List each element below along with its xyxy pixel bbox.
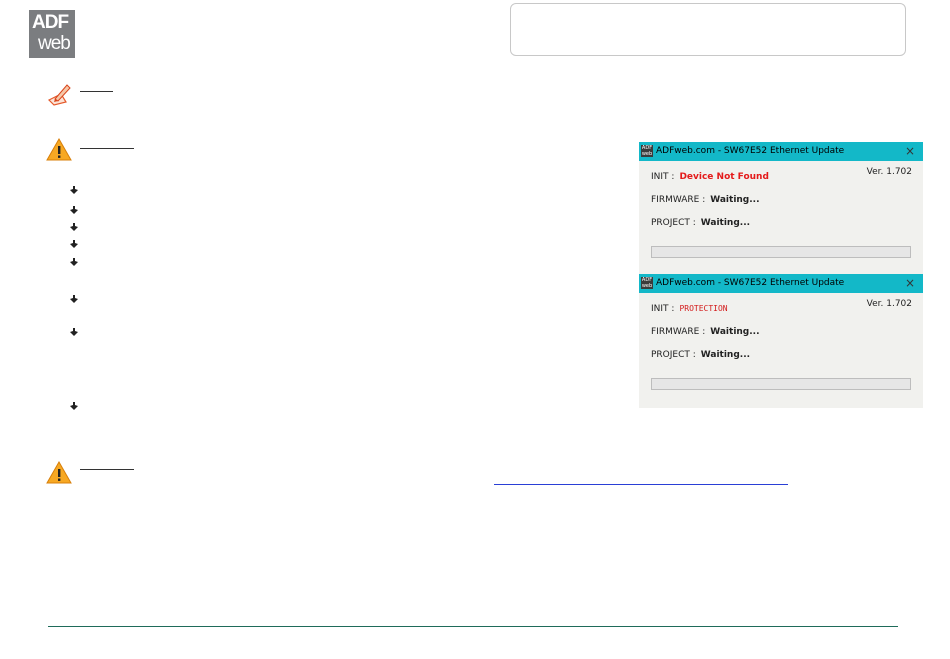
app-icon: ADF web [641,145,653,157]
hand-pointer-icon [70,240,78,248]
project-row: PROJECT : Waiting... [651,350,750,360]
hyperlink-underline[interactable] [494,484,788,485]
close-icon[interactable]: × [905,276,915,290]
project-label: PROJECT : [651,350,696,360]
warning-triangle-icon [46,137,72,161]
update-window-protection: ADF web ADFweb.com - SW67E52 Ethernet Upd… [639,274,923,408]
project-status: Waiting... [700,218,751,228]
firmware-status: Waiting... [710,327,760,337]
header-box [510,3,906,56]
firmware-label: FIRMWARE : [651,195,706,205]
hand-pointer-icon [70,186,78,194]
firmware-row: FIRMWARE : Waiting... [651,327,760,337]
note-heading-underline [80,91,113,92]
hand-pointer-icon [70,258,78,266]
warning-heading-underline [80,469,134,470]
hand-pointer-icon [70,402,78,410]
window-titlebar[interactable]: ADF web ADFweb.com - SW67E52 Ethernet Upd… [639,274,923,293]
version-label: Ver. 1.702 [866,167,912,177]
app-icon: ADF web [641,277,653,289]
init-status: PROTECTION [679,304,728,313]
init-label: INIT : [651,172,675,182]
note-pencil-icon [46,82,72,106]
logo-text-bottom: web [38,33,71,54]
window-titlebar[interactable]: ADF web ADFweb.com - SW67E52 Ethernet Upd… [639,142,923,161]
close-icon[interactable]: × [905,144,915,158]
version-label: Ver. 1.702 [866,299,912,309]
warning-triangle-icon [46,460,72,484]
hand-pointer-icon [70,295,78,303]
adfweb-logo: ADF web [29,10,75,58]
hand-pointer-icon [70,206,78,214]
firmware-status: Waiting... [710,195,760,205]
hand-pointer-icon [70,223,78,231]
progress-bar [651,378,911,390]
logo-text-top: ADF [32,12,69,33]
init-status: Device Not Found [679,172,769,182]
project-status: Waiting... [700,350,751,360]
hand-pointer-icon [70,328,78,336]
update-window-device-not-found: ADF web ADFweb.com - SW67E52 Ethernet Upd… [639,142,923,276]
footer-rule [48,626,898,627]
init-label: INIT : [651,304,675,314]
warning-heading-underline [80,148,134,149]
project-row: PROJECT : Waiting... [651,218,750,228]
firmware-row: FIRMWARE : Waiting... [651,195,760,205]
window-title: ADFweb.com - SW67E52 Ethernet Update [656,146,845,156]
project-label: PROJECT : [651,218,696,228]
init-row: INIT : PROTECTION [651,304,728,314]
progress-bar [651,246,911,258]
firmware-label: FIRMWARE : [651,327,706,337]
init-row: INIT : Device Not Found [651,172,769,182]
window-title: ADFweb.com - SW67E52 Ethernet Update [656,278,845,288]
